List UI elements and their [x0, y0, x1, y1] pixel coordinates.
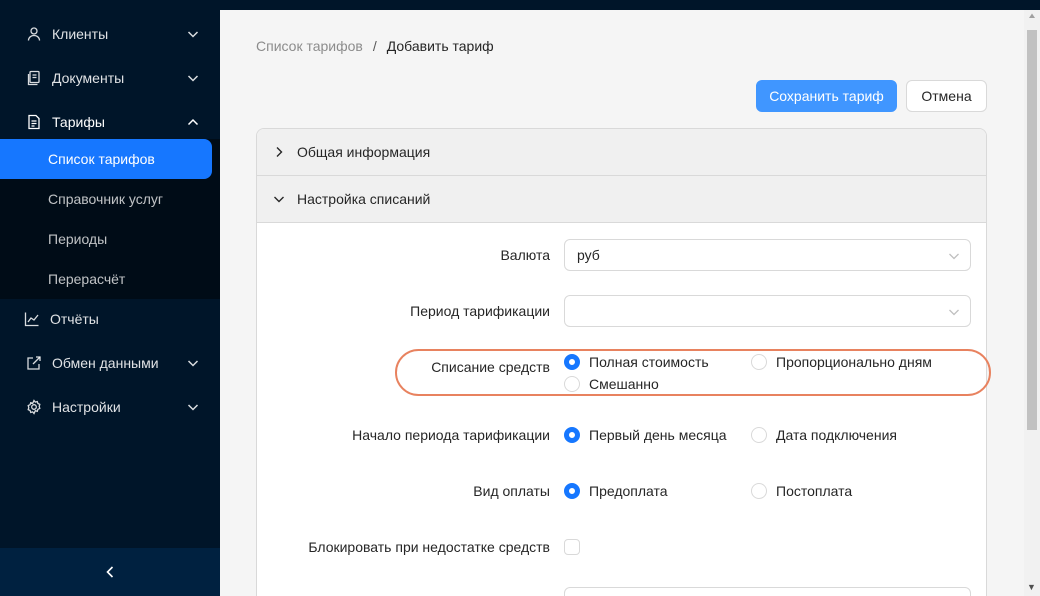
- chevron-down-icon: [187, 31, 199, 38]
- chevron-right-icon: [276, 147, 283, 157]
- billing-period-select[interactable]: [564, 295, 971, 327]
- radio-dot: [751, 483, 767, 499]
- sidebar-subitem-label: Список тарифов: [48, 151, 155, 167]
- radio-first-day-of-month[interactable]: Первый день месяца: [564, 427, 727, 443]
- sidebar: Клиенты Документы Тарифы Список тарифов …: [0, 0, 220, 596]
- sidebar-subitem-periods[interactable]: Периоды: [0, 219, 212, 259]
- top-header-bar: [220, 0, 1040, 10]
- charge-mode-label: Списание средств: [431, 359, 550, 375]
- sidebar-item-settings[interactable]: Настройки: [0, 387, 220, 427]
- block-insufficient-label: Блокировать при недостатке средств: [308, 539, 550, 555]
- panel-title: Настройка списаний: [297, 191, 431, 207]
- breadcrumb-current: Добавить тариф: [386, 38, 494, 54]
- documents-icon: [26, 70, 42, 86]
- chevron-left-icon: [106, 566, 114, 578]
- radio-label: Пропорционально дням: [776, 354, 932, 370]
- chevron-down-icon: [274, 196, 284, 203]
- sidebar-subitem-recalculation[interactable]: Перерасчёт: [0, 259, 212, 299]
- tariff-file-icon: [26, 114, 42, 130]
- radio-label: Постоплата: [776, 483, 853, 499]
- scroll-down-arrow-icon[interactable]: ▼: [1027, 582, 1036, 592]
- radio-dot: [751, 427, 767, 443]
- chevron-up-icon: [187, 118, 199, 126]
- radio-dot-checked: [564, 354, 580, 370]
- currency-select[interactable]: руб: [564, 239, 971, 271]
- sidebar-item-label: Тарифы: [52, 114, 105, 130]
- line-chart-icon: [24, 311, 40, 327]
- scrollbar-thumb[interactable]: [1027, 30, 1037, 430]
- panel-header-charge-settings[interactable]: Настройка списаний: [257, 176, 986, 223]
- radio-mixed[interactable]: Смешанно: [564, 376, 659, 392]
- sidebar-item-clients[interactable]: Клиенты: [0, 14, 220, 54]
- currency-label: Валюта: [500, 247, 550, 263]
- radio-dot-checked: [564, 427, 580, 443]
- user-icon: [26, 26, 42, 42]
- radio-proportional-days[interactable]: Пропорционально дням: [751, 354, 932, 370]
- sidebar-item-label: Настройки: [52, 399, 121, 415]
- block-insufficient-checkbox[interactable]: [564, 539, 580, 555]
- period-start-label: Начало периода тарификации: [352, 427, 550, 443]
- main-content: Список тарифов / Добавить тариф Сохранит…: [220, 10, 1024, 596]
- breadcrumb-separator: /: [372, 38, 377, 54]
- sidebar-item-reports[interactable]: Отчёты: [0, 299, 220, 339]
- sidebar-item-label: Отчёты: [50, 311, 99, 327]
- sidebar-subitem-label: Периоды: [48, 231, 108, 247]
- cancel-button[interactable]: Отмена: [906, 80, 987, 112]
- radio-postpayment[interactable]: Постоплата: [751, 483, 852, 499]
- gear-icon: [26, 399, 42, 415]
- sidebar-item-label: Документы: [52, 70, 125, 86]
- scroll-up-arrow-icon[interactable]: [1028, 12, 1036, 20]
- radio-label: Полная стоимость: [589, 354, 709, 370]
- radio-label: Дата подключения: [776, 427, 897, 443]
- sidebar-item-data-exchange[interactable]: Обмен данными: [0, 343, 220, 383]
- currency-value: руб: [577, 247, 600, 263]
- chevron-down-icon: [187, 75, 199, 82]
- radio-prepayment[interactable]: Предоплата: [564, 483, 668, 499]
- page-scrollbar[interactable]: ▼: [1024, 10, 1040, 596]
- chevron-down-icon: [949, 253, 959, 260]
- edit-square-icon: [26, 355, 42, 371]
- radio-label: Смешанно: [589, 376, 659, 392]
- submenu-tariffs: Список тарифов Справочник услуг Периоды …: [0, 139, 220, 299]
- panel-header-general-info[interactable]: Общая информация: [257, 129, 986, 176]
- panel-title: Общая информация: [297, 144, 431, 160]
- radio-dot: [751, 354, 767, 370]
- radio-label: Предоплата: [589, 483, 668, 499]
- radio-dot: [564, 376, 580, 392]
- save-tariff-button[interactable]: Сохранить тариф: [756, 80, 897, 112]
- breadcrumb-link-tariff-list[interactable]: Список тарифов: [256, 38, 363, 54]
- payment-type-label: Вид оплаты: [473, 483, 550, 499]
- breadcrumb: Список тарифов / Добавить тариф: [256, 38, 494, 54]
- sidebar-subitem-label: Перерасчёт: [48, 271, 126, 287]
- sidebar-collapse-button[interactable]: [0, 548, 220, 596]
- sidebar-subitem-services[interactable]: Справочник услуг: [0, 179, 212, 219]
- chevron-down-icon: [949, 309, 959, 316]
- radio-label: Первый день месяца: [589, 427, 727, 443]
- sidebar-item-tariffs[interactable]: Тарифы: [0, 102, 220, 142]
- billing-period-label: Период тарификации: [410, 303, 550, 319]
- radio-full-cost[interactable]: Полная стоимость: [564, 354, 709, 370]
- sidebar-item-documents[interactable]: Документы: [0, 58, 220, 98]
- chevron-down-icon: [187, 360, 199, 367]
- sidebar-subitem-tariff-list[interactable]: Список тарифов: [0, 139, 212, 179]
- tariff-collapse: Общая информация Настройка списаний Валю…: [256, 128, 987, 596]
- sidebar-subitem-label: Справочник услуг: [48, 191, 164, 207]
- sidebar-item-label: Клиенты: [52, 26, 109, 42]
- chevron-down-icon: [187, 404, 199, 411]
- next-field-select[interactable]: [564, 587, 971, 596]
- radio-connection-date[interactable]: Дата подключения: [751, 427, 897, 443]
- radio-dot-checked: [564, 483, 580, 499]
- sidebar-item-label: Обмен данными: [52, 355, 159, 371]
